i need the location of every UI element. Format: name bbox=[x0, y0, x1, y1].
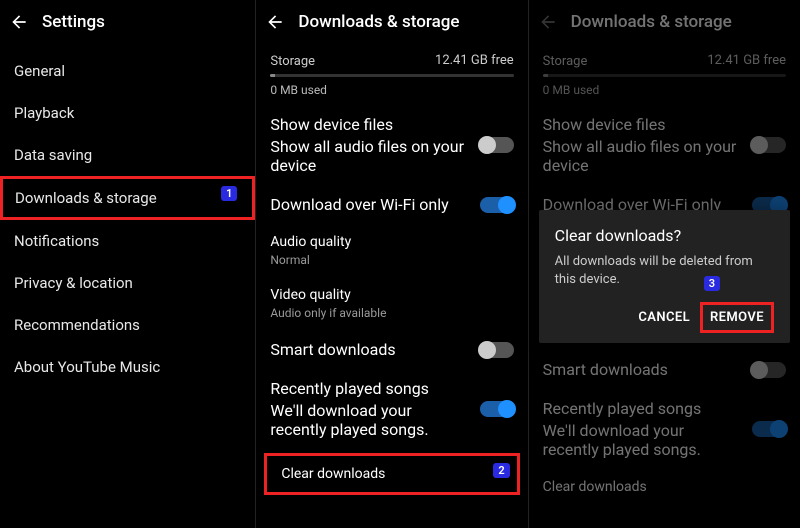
remove-button[interactable]: REMOVE bbox=[700, 302, 774, 333]
show-device-files-row: Show device files Show all audio files o… bbox=[529, 105, 800, 185]
row-label: Video quality bbox=[270, 287, 513, 303]
toggle-on-icon bbox=[752, 421, 786, 437]
audio-quality-row[interactable]: Audio quality Normal bbox=[256, 224, 527, 277]
toggle-off-icon bbox=[752, 137, 786, 153]
downloads-storage-modal-pane: Downloads & storage Storage 12.41 GB fre… bbox=[529, 0, 800, 528]
cancel-button[interactable]: CANCEL bbox=[628, 302, 700, 333]
row-label: Clear downloads bbox=[543, 479, 786, 495]
dialog-message: All downloads will be deleted from this … bbox=[555, 253, 774, 288]
toggle-on-icon[interactable] bbox=[480, 197, 514, 213]
row-sublabel: Normal bbox=[270, 253, 513, 267]
menu-privacy-location[interactable]: Privacy & location bbox=[0, 262, 255, 304]
menu-recommendations[interactable]: Recommendations bbox=[0, 304, 255, 346]
dialog-title: Clear downloads? bbox=[555, 226, 774, 245]
storage-bar bbox=[543, 74, 786, 77]
recently-played-row[interactable]: Recently played songs We'll download you… bbox=[256, 369, 527, 449]
settings-menu: General Playback Data saving Downloads &… bbox=[0, 44, 255, 394]
page-title: Downloads & storage bbox=[571, 12, 732, 32]
settings-pane: Settings General Playback Data saving Do… bbox=[0, 0, 256, 528]
back-arrow-icon[interactable] bbox=[262, 9, 288, 35]
row-label: Clear downloads bbox=[281, 466, 502, 482]
clear-downloads-dialog: Clear downloads? All downloads will be d… bbox=[539, 210, 790, 343]
back-arrow-icon bbox=[535, 9, 561, 35]
page-title: Settings bbox=[42, 12, 105, 32]
wifi-only-row[interactable]: Download over Wi-Fi only bbox=[256, 185, 527, 224]
row-label: Show device files bbox=[270, 115, 471, 134]
back-arrow-icon[interactable] bbox=[6, 9, 32, 35]
recently-played-row: Recently played songs We'll download you… bbox=[529, 389, 800, 469]
row-label: Smart downloads bbox=[270, 340, 395, 359]
row-sublabel: Audio only if available bbox=[270, 306, 513, 320]
clear-downloads-row: Clear downloads bbox=[529, 469, 800, 505]
step-badge-2: 2 bbox=[493, 463, 509, 478]
menu-notifications[interactable]: Notifications bbox=[0, 220, 255, 262]
row-sublabel: Show all audio files on your device bbox=[543, 137, 744, 175]
toggle-off-icon[interactable] bbox=[480, 137, 514, 153]
row-sublabel: We'll download your recently played song… bbox=[270, 401, 471, 439]
storage-bar bbox=[270, 74, 513, 77]
row-label: Show device files bbox=[543, 115, 744, 134]
downloads-storage-pane: Downloads & storage Storage 12.41 GB fre… bbox=[256, 0, 528, 528]
toggle-off-icon[interactable] bbox=[480, 342, 514, 358]
page-title: Downloads & storage bbox=[298, 12, 459, 32]
show-device-files-row[interactable]: Show device files Show all audio files o… bbox=[256, 105, 527, 185]
row-label: Smart downloads bbox=[543, 360, 668, 379]
video-quality-row[interactable]: Video quality Audio only if available bbox=[256, 277, 527, 330]
step-badge-3: 3 bbox=[704, 276, 720, 291]
toggle-off-icon bbox=[752, 362, 786, 378]
smart-downloads-row[interactable]: Smart downloads bbox=[256, 330, 527, 369]
row-label: Recently played songs bbox=[270, 379, 471, 398]
storage-used: 0 MB used bbox=[529, 77, 800, 105]
menu-data-saving[interactable]: Data saving bbox=[0, 134, 255, 176]
row-label: Audio quality bbox=[270, 234, 513, 250]
menu-playback[interactable]: Playback bbox=[0, 92, 255, 134]
step-badge-1: 1 bbox=[221, 186, 237, 201]
menu-general[interactable]: General bbox=[0, 50, 255, 92]
storage-used: 0 MB used bbox=[256, 77, 527, 105]
row-sublabel: We'll download your recently played song… bbox=[543, 421, 744, 459]
row-label: Recently played songs bbox=[543, 399, 744, 418]
clear-downloads-row[interactable]: Clear downloads bbox=[264, 453, 519, 495]
menu-downloads-storage[interactable]: Downloads & storage bbox=[0, 176, 255, 220]
smart-downloads-row: Smart downloads bbox=[529, 350, 800, 389]
row-label: Download over Wi-Fi only bbox=[270, 195, 448, 214]
menu-about[interactable]: About YouTube Music bbox=[0, 346, 255, 388]
row-sublabel: Show all audio files on your device bbox=[270, 137, 471, 175]
toggle-on-icon[interactable] bbox=[480, 401, 514, 417]
